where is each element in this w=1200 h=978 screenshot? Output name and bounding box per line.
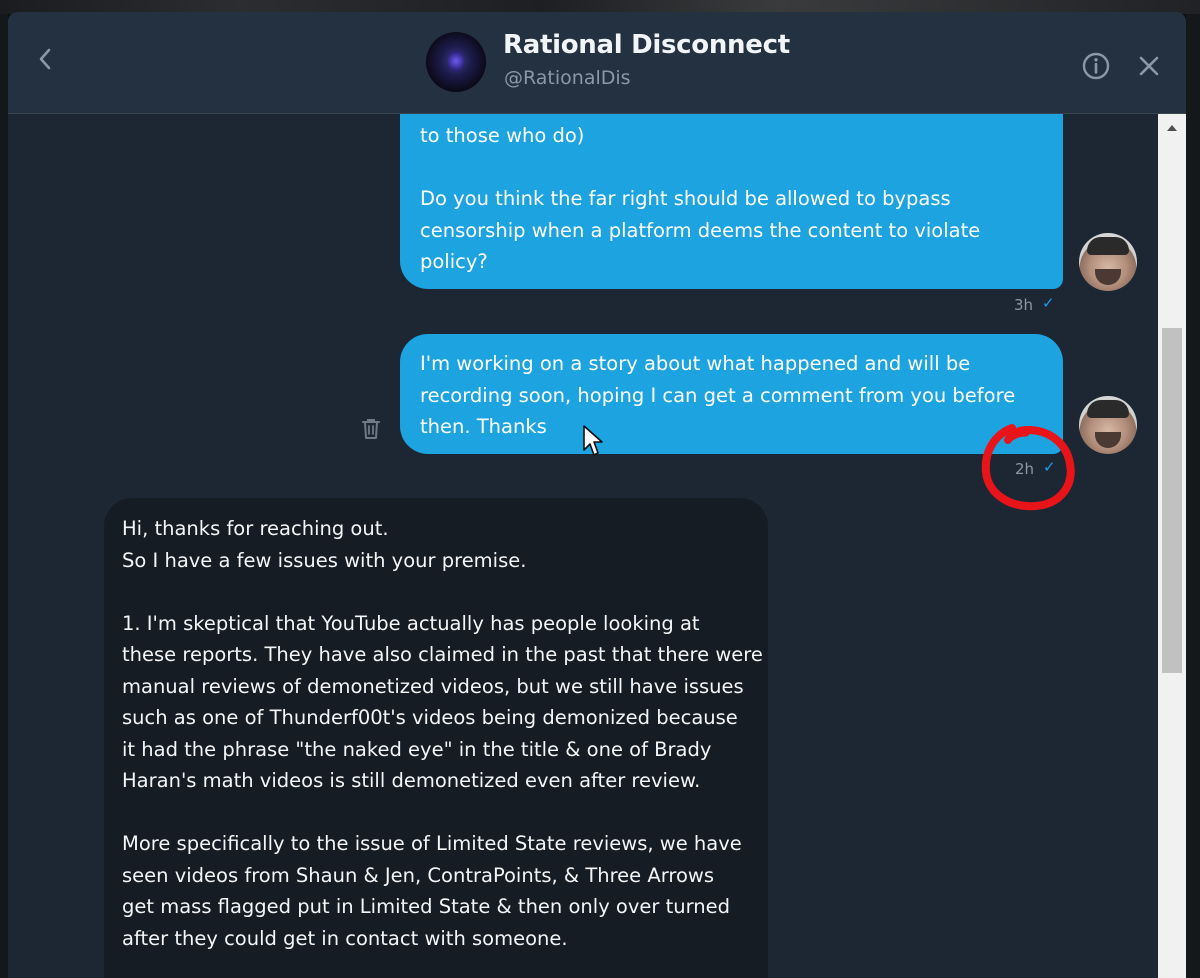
- close-button[interactable]: [1135, 52, 1163, 80]
- message-line: these reports. They have also claimed in…: [122, 643, 763, 666]
- conversation-handle: @RationalDis: [504, 67, 631, 89]
- message-list[interactable]: to those who do) Do you think the far ri…: [8, 114, 1158, 978]
- mouse-cursor-icon: [583, 425, 603, 456]
- scroll-up-button[interactable]: [1158, 114, 1186, 142]
- message-line: I'm working on a story about what happen…: [420, 352, 971, 375]
- avatar-beard: [1095, 269, 1121, 285]
- message-line: then. Thanks: [420, 415, 547, 438]
- message-line: [122, 576, 750, 608]
- message-line: [122, 797, 750, 829]
- message-line: it had the phrase "the naked eye" in the…: [122, 737, 712, 761]
- background-left: [0, 14, 8, 978]
- user-avatar[interactable]: [1079, 396, 1137, 454]
- conversation-avatar[interactable]: [426, 32, 486, 92]
- chevron-up-icon: [1167, 125, 1177, 131]
- message-line: policy?: [420, 250, 488, 273]
- message-line: censorship when a platform deems the con…: [420, 218, 981, 242]
- scrollbar-thumb[interactable]: [1162, 328, 1182, 673]
- incoming-message-bubble[interactable]: Hi, thanks for reaching out. So I have a…: [104, 498, 768, 978]
- info-icon: [1082, 52, 1110, 80]
- chevron-left-icon: [39, 48, 51, 70]
- message-line: 1. I'm skeptical that YouTube actually h…: [122, 611, 700, 635]
- conversation-name[interactable]: Rational Disconnect: [503, 30, 790, 60]
- back-button[interactable]: [30, 44, 60, 74]
- message-line: Haran's math videos is still demonetized…: [122, 769, 701, 792]
- message-line: to those who do): [420, 124, 585, 147]
- delete-message-button[interactable]: [360, 417, 382, 441]
- scrollbar[interactable]: [1158, 114, 1186, 978]
- message-line: [420, 152, 1043, 184]
- outgoing-message-bubble[interactable]: I'm working on a story about what happen…: [400, 334, 1063, 454]
- sent-check-icon: ✓: [1042, 294, 1055, 312]
- message-line: after they could get in contact with som…: [122, 926, 568, 950]
- avatar-glow: [448, 50, 464, 72]
- message-timestamp: 3h: [1014, 296, 1034, 314]
- message-line: manual reviews of demonetized videos, bu…: [122, 674, 744, 698]
- avatar-hair: [1087, 400, 1129, 418]
- close-icon: [1139, 56, 1159, 76]
- user-avatar[interactable]: [1079, 233, 1137, 291]
- message-line: seen videos from Shaun & Jen, ContraPoin…: [122, 863, 715, 887]
- message-line: such as one of Thunderf00t's videos bein…: [122, 706, 738, 729]
- red-circle-annotation: [981, 424, 1075, 511]
- outgoing-message-bubble[interactable]: to those who do) Do you think the far ri…: [400, 114, 1063, 289]
- conversation-header: Rational Disconnect @RationalDis: [8, 12, 1186, 114]
- message-line: More specifically to the issue of Limite…: [122, 832, 742, 855]
- avatar-hair: [1087, 237, 1129, 255]
- message-line: recording soon, hoping I can get a comme…: [420, 383, 1016, 407]
- info-button[interactable]: [1081, 51, 1111, 81]
- message-line: get mass flagged put in Limited State & …: [122, 895, 731, 918]
- message-line: Do you think the far right should be all…: [420, 187, 951, 210]
- message-line: Hi, thanks for reaching out.: [122, 517, 389, 540]
- background-right: [1186, 14, 1200, 978]
- avatar-beard: [1095, 432, 1121, 448]
- message-line: So I have a few issues with your premise…: [122, 548, 527, 572]
- trash-icon: [362, 419, 380, 439]
